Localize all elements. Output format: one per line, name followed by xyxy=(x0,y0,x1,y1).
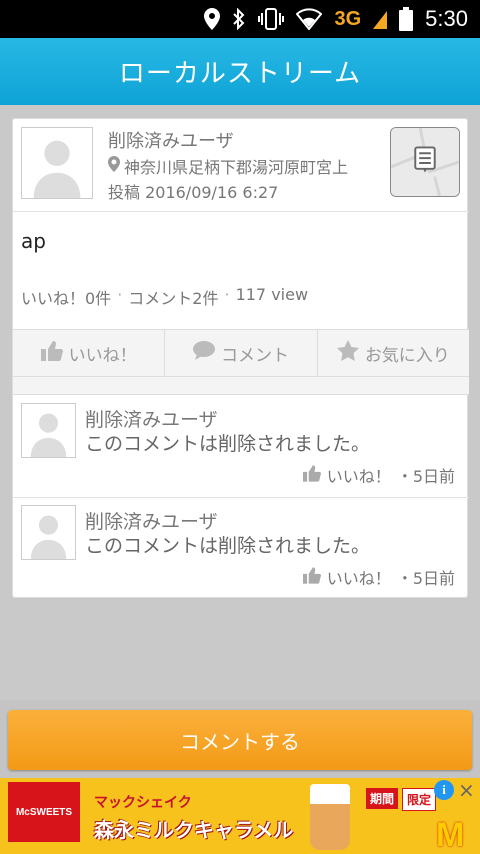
comment-meta: いいね！ ・5日前 xyxy=(302,463,455,487)
network-type: 3G xyxy=(334,7,362,30)
signal-icon xyxy=(373,9,388,29)
comment-like-button[interactable]: いいね！ xyxy=(327,463,391,487)
location-text: 神奈川県足柄下郡湯河原町宮上 xyxy=(124,158,349,177)
ad-badge: 限定 xyxy=(402,788,437,811)
comment-username[interactable]: 削除済みユーザ xyxy=(85,405,218,432)
ad-badge: 期間 xyxy=(366,788,399,809)
avatar[interactable] xyxy=(21,127,93,199)
thumbs-up-icon xyxy=(40,340,63,366)
avatar[interactable] xyxy=(21,505,76,560)
post-location: 神奈川県足柄下郡湯河原町宮上 xyxy=(108,154,348,178)
status-bar: 3G 5:30 xyxy=(0,0,480,38)
comment-button[interactable]: コメント xyxy=(165,330,318,376)
favorite-button-label: お気に入り xyxy=(364,345,450,366)
comment-time: ・5日前 xyxy=(396,569,455,588)
ad-brand-logo: McSWEETS xyxy=(8,782,80,842)
vibrate-icon xyxy=(258,8,285,30)
ad-banner[interactable]: McSWEETS マックシェイク 森永ミルクキャラメル 期間 限定 i × M xyxy=(0,778,480,854)
avatar[interactable] xyxy=(21,403,76,458)
wifi-icon xyxy=(296,8,323,30)
ad-close-icon[interactable]: × xyxy=(458,778,475,802)
map-icon xyxy=(391,128,459,196)
post-username[interactable]: 削除済みユーザ xyxy=(108,127,234,153)
comment-meta: いいね！ ・5日前 xyxy=(302,565,455,589)
like-count[interactable]: いいね！0件 xyxy=(21,285,111,309)
comment-username[interactable]: 削除済みユーザ xyxy=(85,507,218,534)
map-button[interactable] xyxy=(390,127,460,197)
view-count: 117 view xyxy=(235,285,309,304)
divider xyxy=(13,211,469,212)
comment-item: 削除済みユーザ このコメントは削除されました。 いいね！ ・5日前 xyxy=(13,497,469,599)
ad-headline: マックシェイク xyxy=(94,795,192,811)
post-actions: いいね！ コメント お気に入り xyxy=(13,329,469,377)
comment-like-button[interactable]: いいね！ xyxy=(327,565,391,589)
divider xyxy=(13,377,469,395)
page-title: ローカルストリーム xyxy=(118,59,362,89)
star-icon xyxy=(336,340,359,366)
clock: 5:30 xyxy=(425,6,468,31)
battery-icon xyxy=(399,7,414,31)
ad-product-image xyxy=(310,784,350,850)
like-button-label: いいね！ xyxy=(68,345,137,366)
location-pin-icon xyxy=(108,156,120,176)
thumbs-up-icon[interactable] xyxy=(302,566,321,588)
comment-text: このコメントは削除されました。 xyxy=(85,535,371,557)
like-button[interactable]: いいね！ xyxy=(13,330,166,376)
bluetooth-icon xyxy=(232,8,246,30)
post-card: 削除済みユーザ 神奈川県足柄下郡湯河原町宮上 投稿 2016/09/16 6:2… xyxy=(12,118,469,599)
separator: · xyxy=(224,285,230,304)
post-stats: いいね！0件 · コメント2件 · 117 view xyxy=(21,285,308,309)
comment-item: 削除済みユーザ このコメントは削除されました。 いいね！ ・5日前 xyxy=(13,395,469,497)
ad-info-icon[interactable]: i xyxy=(434,780,454,800)
thumbs-up-icon[interactable] xyxy=(302,464,321,486)
ad-product: 森永ミルクキャラメル xyxy=(94,818,294,842)
comment-time: ・5日前 xyxy=(396,467,455,486)
speech-bubble-icon xyxy=(192,340,215,366)
favorite-button[interactable]: お気に入り xyxy=(318,330,469,376)
post-body: ap xyxy=(21,229,46,253)
mcdonalds-logo: M xyxy=(436,816,465,854)
comment-count[interactable]: コメント2件 xyxy=(128,285,218,309)
post-date: 投稿 2016/09/16 6:27 xyxy=(108,183,279,202)
separator: · xyxy=(117,285,123,304)
comment-text: このコメントは削除されました。 xyxy=(85,433,371,455)
write-comment-button[interactable]: コメントする xyxy=(8,710,472,770)
comment-button-label: コメント xyxy=(220,345,289,366)
app-header: ローカルストリーム xyxy=(0,38,480,105)
location-icon xyxy=(204,8,221,30)
